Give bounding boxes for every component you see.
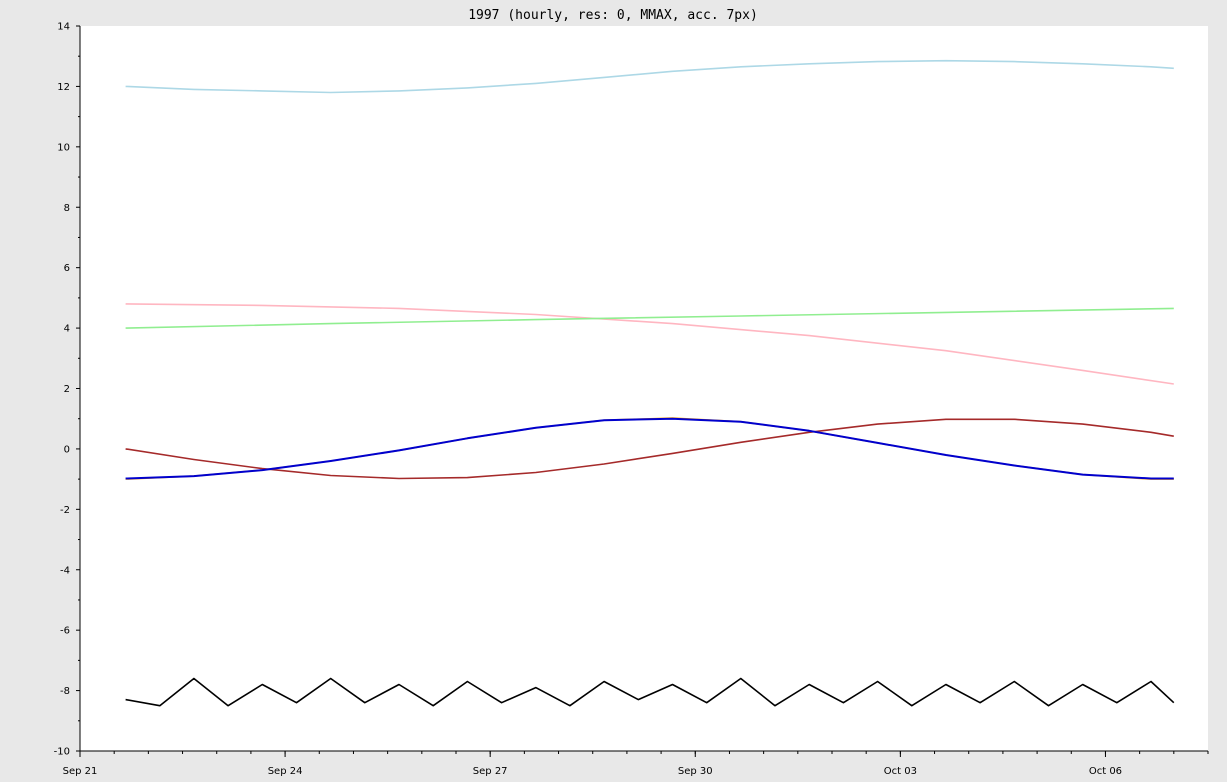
x-tick-label: Sep 30 [678,766,713,777]
y-tick-label: 10 [57,142,70,153]
y-tick-label: 14 [57,22,70,33]
y-tick-label: -6 [60,626,70,637]
y-tick-label: 0 [64,444,70,455]
plot-area [80,26,1208,751]
y-tick-label: -2 [60,505,70,516]
y-tick-label: 2 [64,384,70,395]
x-tick-label: Sep 27 [473,766,508,777]
line-chart: 1997 (hourly, res: 0, MMAX, acc. 7px) -1… [0,0,1227,782]
y-tick-label: 6 [64,263,70,274]
x-tick-label: Sep 24 [268,766,303,777]
x-tick-label: Sep 21 [63,766,98,777]
y-tick-label: -10 [54,747,70,758]
x-tick-label: Oct 06 [1089,766,1122,777]
x-tick-label: Oct 03 [884,766,917,777]
y-tick-label: 12 [57,82,70,93]
y-tick-label: -8 [60,686,70,697]
y-tick-label: 4 [64,324,70,335]
y-tick-label: 8 [64,203,70,214]
chart-title: 1997 (hourly, res: 0, MMAX, acc. 7px) [468,8,758,23]
y-tick-label: -4 [60,565,70,576]
